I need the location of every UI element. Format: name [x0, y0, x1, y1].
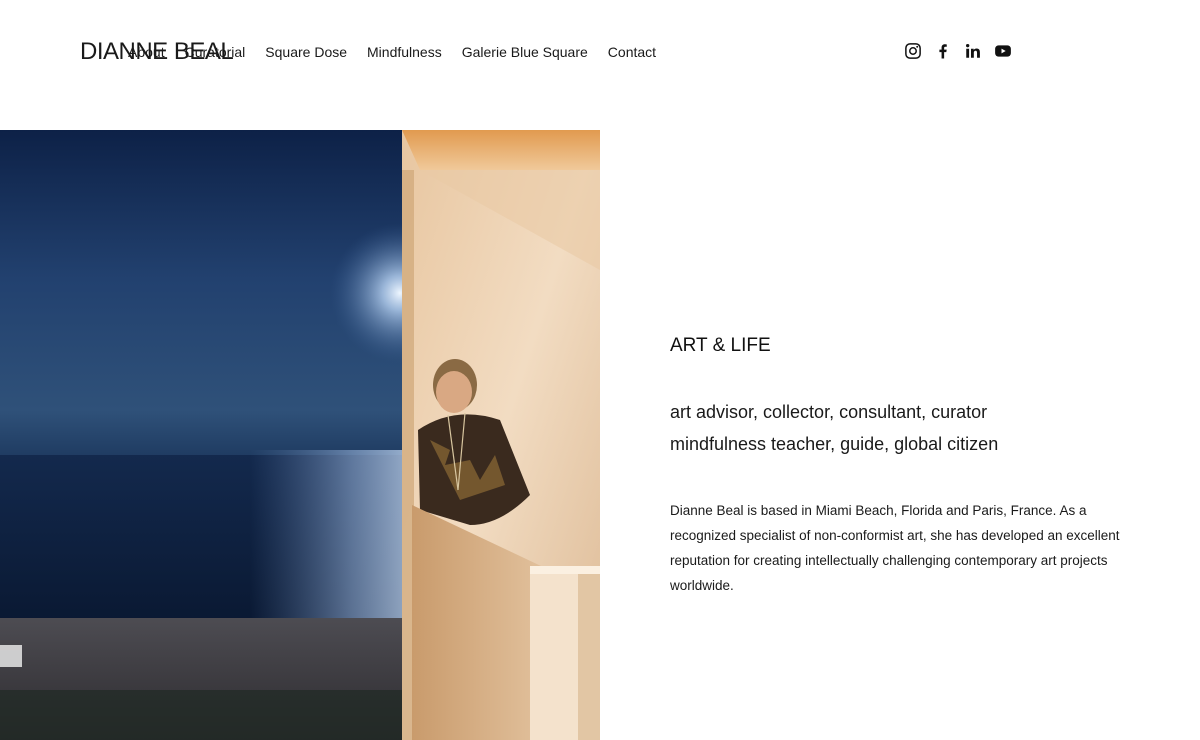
role-line: mindfulness teacher, guide, global citiz…: [670, 434, 999, 454]
social-bar: [904, 42, 1012, 60]
instagram-icon[interactable]: [904, 42, 922, 60]
nav-item-contact[interactable]: Contact: [608, 42, 656, 62]
nav-item-about[interactable]: About: [128, 42, 165, 62]
youtube-icon[interactable]: [994, 42, 1012, 60]
intro-section: ART & LIFE art advisor, collector, consu…: [670, 333, 1140, 598]
roles: art advisor, collector, consultant, cura…: [670, 396, 1140, 460]
facebook-icon[interactable]: [934, 42, 952, 60]
linkedin-icon[interactable]: [964, 42, 982, 60]
nav-item-square-dose[interactable]: Square Dose: [265, 42, 347, 62]
nav-item-mindfulness[interactable]: Mindfulness: [367, 42, 442, 62]
nav-item-curatorial[interactable]: Curatorial: [185, 42, 246, 62]
nav-item-galerie-blue-square[interactable]: Galerie Blue Square: [462, 42, 588, 62]
role-line: art advisor, collector, consultant, cura…: [670, 402, 988, 422]
main-nav: About Curatorial Square Dose Mindfulness…: [128, 42, 656, 62]
section-heading: ART & LIFE: [670, 335, 771, 356]
bio-paragraph: Dianne Beal is based in Miami Beach, Flo…: [670, 503, 1120, 593]
hero-photo: [0, 130, 600, 740]
